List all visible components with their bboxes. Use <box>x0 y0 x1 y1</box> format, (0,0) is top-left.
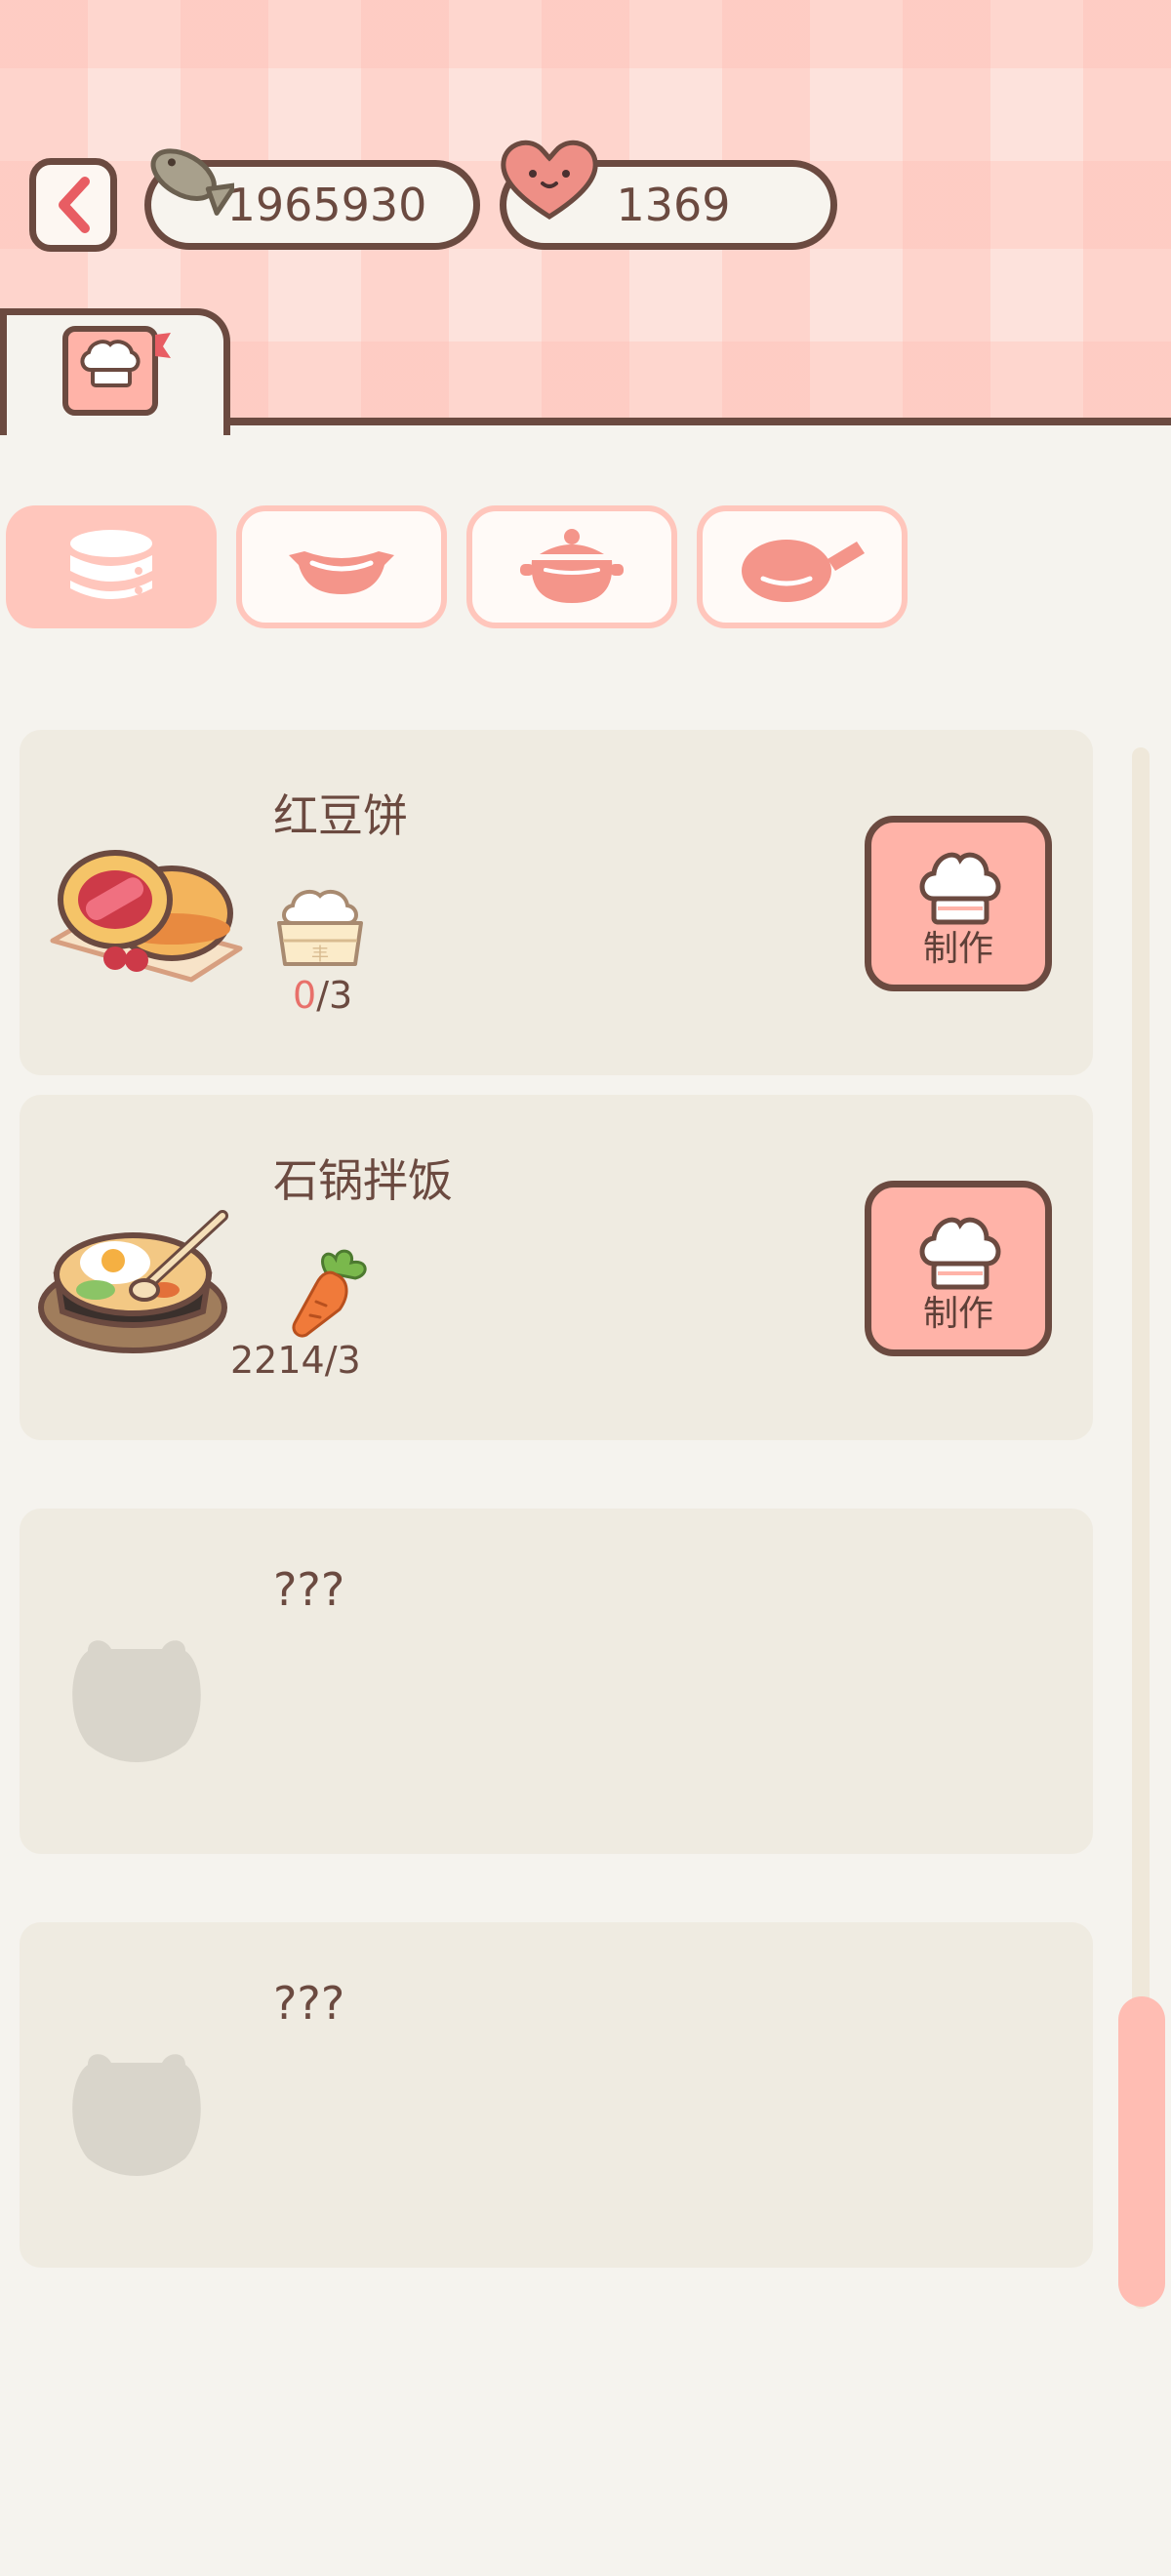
back-button[interactable] <box>29 158 117 252</box>
ingredient-need-count: /3 <box>316 974 353 1017</box>
category-tab-plates[interactable] <box>6 505 217 628</box>
fish-currency-value: 1965930 <box>226 179 427 231</box>
cooking-pot-icon <box>520 529 624 603</box>
category-tab-pot[interactable] <box>466 505 677 628</box>
scrollbar-thumb[interactable] <box>1118 1996 1165 2307</box>
header-divider <box>224 418 1171 425</box>
make-button-label: 制作 <box>922 1294 993 1334</box>
category-tab-pan[interactable] <box>697 505 908 628</box>
recipe-card: 石锅拌饭 2214/3 制作 <box>20 1095 1093 1440</box>
locked-dish-silhouette-icon <box>72 1640 201 1762</box>
category-tab-bowl[interactable] <box>236 505 447 628</box>
make-button-label: 制作 <box>922 929 993 969</box>
serving-bowl-icon <box>289 551 394 594</box>
carrot-icon <box>292 1249 367 1338</box>
make-button[interactable]: 制作 <box>865 816 1052 991</box>
frying-pan-icon <box>742 540 865 602</box>
recipe-name: ??? <box>273 1977 345 2030</box>
stacked-plates-icon <box>70 530 152 599</box>
ingredient-need-count: /3 <box>324 1339 361 1382</box>
chef-hat-icon <box>919 1217 1001 1290</box>
fish-icon <box>150 148 234 216</box>
recipe-card-locked: ??? <box>20 1922 1093 2268</box>
heart-currency-value: 1369 <box>616 179 731 231</box>
steamed-bun-basket-icon: 丰 <box>277 889 363 966</box>
svg-text:丰: 丰 <box>311 945 329 965</box>
chevron-left-icon <box>59 177 90 233</box>
chef-book-icon <box>62 326 171 416</box>
recipe-name: ??? <box>273 1563 345 1616</box>
stone-pot-bibimbap-icon <box>38 1210 228 1353</box>
red-bean-cake-icon <box>50 850 243 983</box>
recipe-book-tab[interactable] <box>0 308 230 435</box>
heart-face-icon <box>501 140 598 220</box>
chef-hat-icon <box>919 852 1001 925</box>
recipe-card: 红豆饼 丰 0/3 制作 <box>20 730 1093 1075</box>
recipe-name: 石锅拌饭 <box>273 1154 453 1207</box>
ingredient-have-count: 0 <box>293 974 317 1017</box>
recipe-card-locked: ??? <box>20 1509 1093 1854</box>
ingredient-count: 2214/3 <box>230 1339 361 1382</box>
locked-dish-silhouette-icon <box>72 2054 201 2176</box>
ingredient-count: 0/3 <box>293 974 352 1017</box>
recipe-name: 红豆饼 <box>273 789 408 842</box>
make-button[interactable]: 制作 <box>865 1181 1052 1356</box>
ingredient-have-count: 2214 <box>230 1339 325 1382</box>
